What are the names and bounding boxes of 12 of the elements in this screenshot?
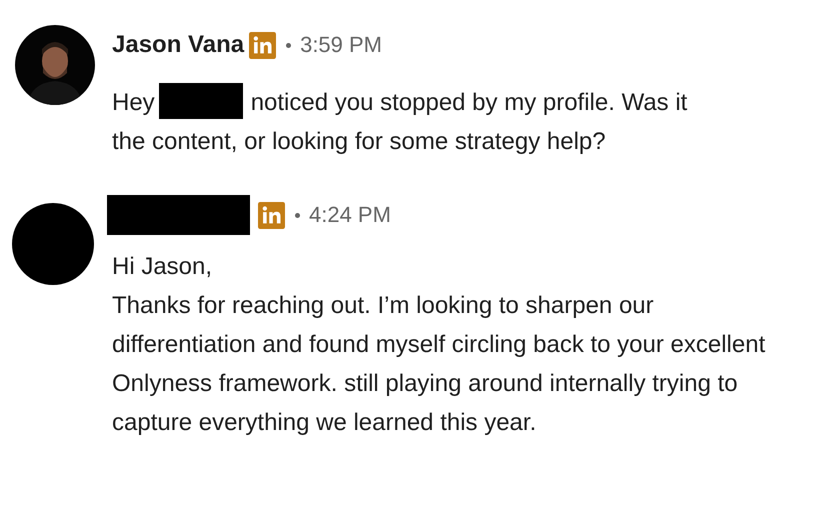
separator-dot-icon bbox=[286, 42, 292, 48]
separator-dot-icon bbox=[295, 212, 300, 218]
message-text: noticed you stopped by my profile. Was it bbox=[250, 89, 688, 116]
linkedin-badge-icon bbox=[249, 32, 276, 58]
message-text: the content, or looking for some strategy help? bbox=[112, 128, 606, 155]
message-text: Thanks for reaching out. I’m looking to sharpen our differentiation and found myself circling back to your excellent Onlyness framework. still playing around internally trying to capture everything we learned this year. bbox=[112, 292, 766, 436]
timestamp: 3:59 PM bbox=[300, 32, 382, 58]
sender-name: Jason Vana bbox=[112, 31, 244, 59]
linkedin-badge-icon bbox=[258, 202, 285, 228]
message-text: Hi Jason, bbox=[112, 253, 212, 280]
timestamp: 4:24 PM bbox=[309, 202, 391, 228]
message-text: Hey bbox=[112, 89, 155, 116]
